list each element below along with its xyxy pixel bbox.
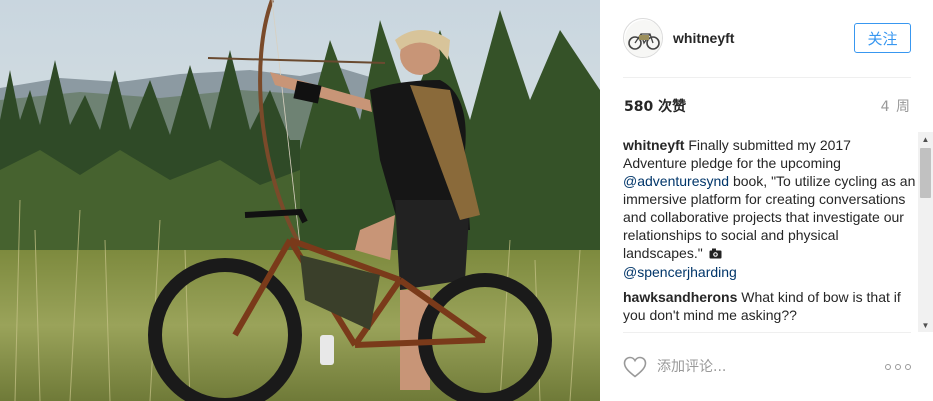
comment-item: whitneyft Finally submitted my 2017 Adve… — [623, 136, 916, 281]
scroll-up-icon[interactable]: ▲ — [918, 132, 933, 146]
mention-link[interactable]: @spencerjharding — [623, 264, 737, 280]
comment-list: whitneyft Finally submitted my 2017 Adve… — [623, 136, 916, 332]
more-options-icon[interactable] — [885, 357, 911, 377]
add-comment-input[interactable] — [657, 356, 867, 378]
divider — [623, 77, 911, 78]
comment-item: hawksandherons What kind of bow is that … — [623, 288, 916, 324]
post-header: whitneyft 关注 — [623, 18, 911, 60]
avatar[interactable] — [623, 18, 663, 58]
like-count[interactable]: 580 次赞 — [624, 96, 686, 116]
comment-bar — [623, 352, 911, 382]
heart-outline-icon[interactable] — [623, 356, 647, 378]
post-photo — [0, 0, 600, 401]
follow-button[interactable]: 关注 — [854, 23, 911, 53]
bicycle-avatar-icon — [625, 20, 662, 57]
comments-scrollbar[interactable]: ▲ ▼ — [918, 132, 933, 332]
scroll-thumb[interactable] — [920, 148, 931, 198]
dot — [885, 364, 891, 370]
dot — [895, 364, 901, 370]
mention-link[interactable]: @adventuresynd — [623, 173, 729, 189]
comment-author[interactable]: whitneyft — [623, 137, 684, 153]
scroll-down-icon[interactable]: ▼ — [918, 318, 933, 332]
username[interactable]: whitneyft — [673, 30, 734, 46]
post-side-panel: whitneyft 关注 580 次赞 4 周 whitneyft Finall… — [600, 0, 933, 401]
post-age[interactable]: 4 周 — [881, 96, 911, 116]
post-stats: 580 次赞 4 周 — [623, 96, 911, 116]
camera-emoji-icon — [709, 245, 722, 263]
comment-author[interactable]: hawksandherons — [623, 289, 737, 305]
divider — [623, 332, 911, 333]
dot — [905, 364, 911, 370]
archer-on-bike-image — [0, 0, 600, 401]
